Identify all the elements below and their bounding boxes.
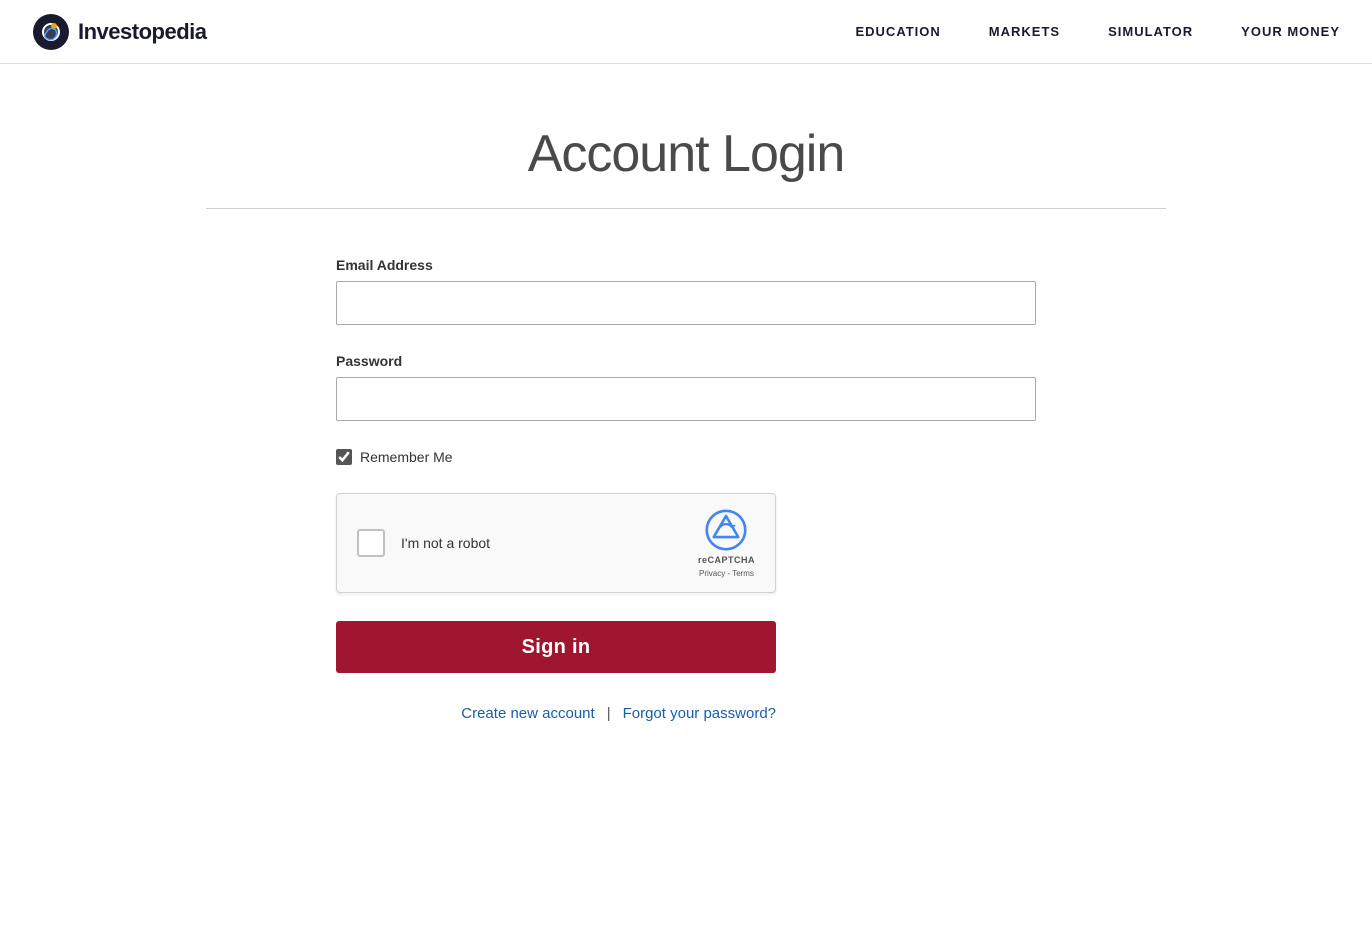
footer-divider: | <box>607 705 611 722</box>
email-group: Email Address <box>336 257 1036 325</box>
forgot-password-link[interactable]: Forgot your password? <box>623 705 776 722</box>
recaptcha-text: I'm not a robot <box>401 535 490 551</box>
recaptcha-brand-label: reCAPTCHA <box>698 555 755 565</box>
title-divider <box>206 208 1166 209</box>
recaptcha-right: reCAPTCHA Privacy - Terms <box>698 509 755 578</box>
logo-icon <box>32 13 70 51</box>
footer-links: Create new account | Forgot your passwor… <box>336 705 776 722</box>
nav-markets[interactable]: MARKETS <box>989 24 1060 39</box>
password-group: Password <box>336 353 1036 421</box>
main-nav: EDUCATION MARKETS SIMULATOR YOUR MONEY <box>855 23 1340 41</box>
remember-me-label: Remember Me <box>360 449 453 465</box>
nav-simulator[interactable]: SIMULATOR <box>1108 24 1193 39</box>
header: Investopedia EDUCATION MARKETS SIMULATOR… <box>0 0 1372 64</box>
nav-education[interactable]: EDUCATION <box>855 24 940 39</box>
remember-me-checkbox[interactable] <box>336 449 352 465</box>
logo-link[interactable]: Investopedia <box>32 13 206 51</box>
logo-text: Investopedia <box>78 19 206 45</box>
page-title: Account Login <box>206 124 1166 184</box>
remember-me-group: Remember Me <box>336 449 1036 465</box>
create-account-link[interactable]: Create new account <box>461 705 594 722</box>
recaptcha-links: Privacy - Terms <box>699 569 754 578</box>
recaptcha-checkbox[interactable] <box>357 529 385 557</box>
nav-your-money[interactable]: YOUR MONEY <box>1241 24 1340 39</box>
password-label: Password <box>336 353 1036 369</box>
main-content: Account Login Email Address Password Rem… <box>186 64 1186 762</box>
sign-in-button[interactable]: Sign in <box>336 621 776 673</box>
recaptcha-logo-icon <box>705 509 747 551</box>
recaptcha-widget[interactable]: I'm not a robot reCAPTCHA Privacy - Term… <box>336 493 776 593</box>
email-label: Email Address <box>336 257 1036 273</box>
recaptcha-left: I'm not a robot <box>357 529 490 557</box>
password-input[interactable] <box>336 377 1036 421</box>
login-form: Email Address Password Remember Me I'm n… <box>336 257 1036 722</box>
email-input[interactable] <box>336 281 1036 325</box>
